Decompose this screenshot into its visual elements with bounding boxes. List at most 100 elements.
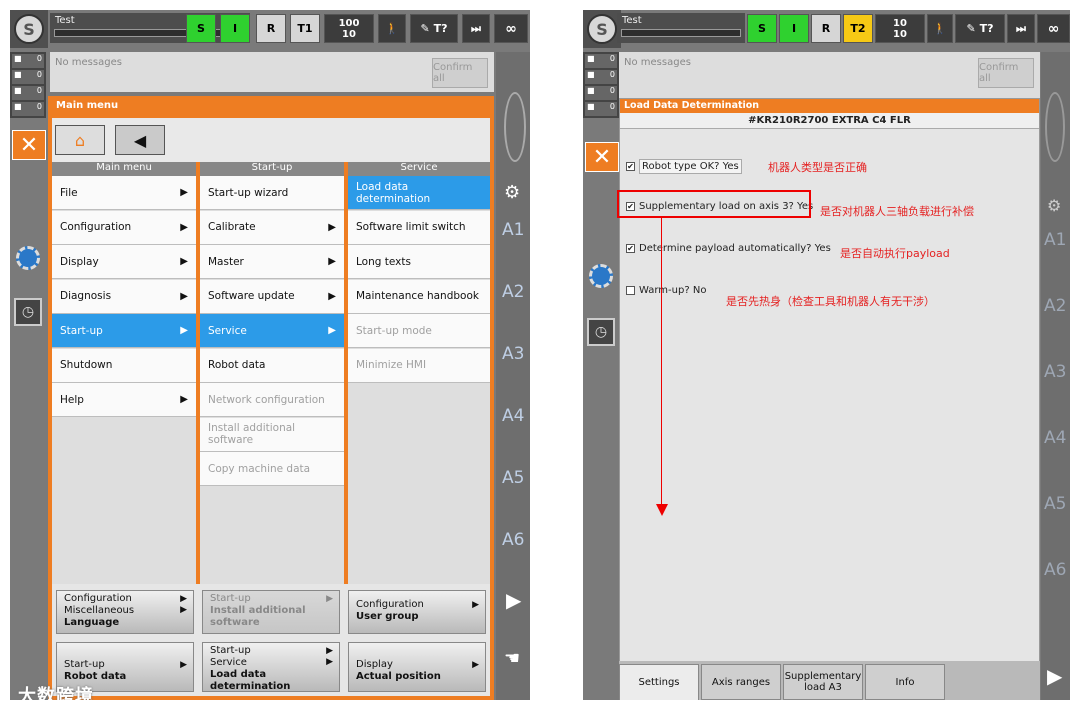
shortcut-actual-position[interactable]: Display ▶ Actual position	[348, 642, 486, 692]
gear-icon[interactable]	[589, 264, 613, 288]
axis-a3[interactable]: A3	[1044, 362, 1066, 382]
axis-a5[interactable]: A5	[502, 468, 524, 488]
menu-item-service[interactable]: Service ▶	[200, 314, 344, 348]
tab-axis-ranges[interactable]: Axis ranges	[701, 664, 781, 700]
space-mouse-icon[interactable]	[504, 92, 526, 162]
messages-text: No messages	[624, 57, 691, 68]
menu-item-master[interactable]: Master ▶	[200, 245, 344, 279]
status-s-button[interactable]: S	[747, 14, 777, 43]
axis-a2[interactable]: A2	[502, 282, 524, 302]
menu-item-minimize-hmi[interactable]: Minimize HMI	[348, 348, 490, 383]
close-icon[interactable]: ✕	[585, 142, 619, 172]
axis-a5[interactable]: A5	[1044, 494, 1066, 514]
load-data-window: Load Data Determination #KR210R2700 EXTR…	[619, 98, 1040, 700]
menu-item-copy-machine-data[interactable]: Copy machine data	[200, 452, 344, 486]
menu-item-load-data-determination[interactable]: Load data determination	[348, 176, 490, 210]
shortcut-user-group[interactable]: Configuration ▶ User group	[348, 590, 486, 634]
count-info: ■ 0	[12, 102, 44, 116]
clock-icon[interactable]: ◷	[587, 318, 615, 346]
play-icon[interactable]: ▶	[1047, 664, 1062, 688]
play-icon[interactable]: ▶	[506, 588, 521, 612]
menu-item-calibrate[interactable]: Calibrate ▶	[200, 210, 344, 245]
tool-base-icon[interactable]: ✎ T?	[410, 14, 458, 43]
infinity-icon[interactable]: ∞	[1037, 14, 1070, 43]
axis-a6[interactable]: A6	[502, 530, 524, 550]
tab-supplementary-load-a3[interactable]: Supplementary load A3	[783, 664, 863, 700]
check-robot-type[interactable]: ✔ Robot type OK? Yes	[626, 159, 742, 174]
robot-name-field[interactable]: Test	[617, 13, 745, 43]
status-r-button[interactable]: R	[256, 14, 286, 43]
home-icon[interactable]: ⌂	[55, 125, 105, 155]
menu-item-file[interactable]: File ▶	[52, 176, 196, 210]
menu-item-start-up-wizard[interactable]: Start-up wizard	[200, 176, 344, 210]
menu-item-help[interactable]: Help ▶	[52, 383, 196, 417]
main-menu-window: Main menu ⌂ ◀ Main menu Start-up Service…	[48, 96, 494, 700]
check-warm-up[interactable]: Warm-up? No	[626, 285, 706, 296]
menu-item-start-up[interactable]: Start-up ▶	[52, 314, 196, 348]
back-icon[interactable]: ◀	[115, 125, 165, 155]
menu-item-display[interactable]: Display ▶	[52, 245, 196, 279]
checkbox-determine-payload[interactable]: ✔	[626, 244, 635, 253]
axis-a4[interactable]: A4	[502, 406, 524, 426]
mode-t2-button[interactable]: T2	[843, 14, 873, 43]
jog-icon[interactable]: ⏭	[1007, 14, 1035, 43]
clock-icon[interactable]: ◷	[14, 298, 42, 326]
menu-item-shutdown[interactable]: Shutdown	[52, 348, 196, 383]
menu-item-configuration[interactable]: Configuration ▶	[52, 210, 196, 245]
jog-icon[interactable]: ⏭	[462, 14, 490, 43]
left-screen: S Test S I R T1 100 10 🚶 ✎ T? ⏭ ∞ ■ 0 ■ 0 ■…	[10, 10, 530, 700]
gear-icon[interactable]	[16, 246, 40, 270]
axis-a2[interactable]: A2	[1044, 296, 1066, 316]
count-state: ■ 0	[12, 70, 44, 84]
override-button[interactable]: 100 10	[324, 14, 374, 43]
axis-a4[interactable]: A4	[1044, 428, 1066, 448]
menu-item-software-update[interactable]: Software update ▶	[200, 279, 344, 314]
override-button[interactable]: 10 10	[875, 14, 925, 43]
load-data-title: Load Data Determination	[620, 99, 1039, 113]
tab-settings[interactable]: Settings	[619, 664, 699, 700]
confirm-all-button[interactable]: Confirm all	[978, 58, 1034, 88]
menu-item-diagnosis[interactable]: Diagnosis ▶	[52, 279, 196, 314]
space-mouse-icon[interactable]	[1045, 92, 1065, 162]
checkbox-warm-up[interactable]	[626, 286, 635, 295]
status-r-button[interactable]: R	[811, 14, 841, 43]
menu-item-robot-data[interactable]: Robot data	[200, 348, 344, 383]
menu-item-long-texts[interactable]: Long texts	[348, 245, 490, 279]
shortcut-language[interactable]: Configuration ▶ Miscellaneous ▶ Language	[56, 590, 194, 634]
walker-icon[interactable]: 🚶	[927, 14, 953, 43]
menu-item-software-limit-switch[interactable]: Software limit switch	[348, 210, 490, 245]
close-icon[interactable]: ✕	[12, 130, 46, 160]
axis-a1[interactable]: A1	[1044, 230, 1066, 250]
colhdr-service: Service	[348, 162, 490, 176]
status-i-button[interactable]: I	[220, 14, 250, 43]
axis-a6[interactable]: A6	[1044, 560, 1066, 580]
shortcut-install-software[interactable]: Start-up ▶ Install additional software	[202, 590, 340, 634]
check-determine-payload[interactable]: ✔ Determine payload automatically? Yes	[626, 243, 831, 254]
message-window[interactable]: No messages Confirm all	[619, 52, 1040, 98]
tab-info[interactable]: Info	[865, 664, 945, 700]
checkbox-robot-type[interactable]: ✔	[626, 162, 635, 171]
kuka-logo[interactable]: S	[583, 10, 621, 48]
robot-axis-icon[interactable]: ⚙	[1047, 196, 1061, 215]
menu-item-start-up-mode[interactable]: Start-up mode	[348, 314, 490, 348]
right-jog-bar: ⚙ A1 A2 A3 A4 A5 A6 ▶ ☚	[496, 52, 530, 700]
mode-t1-button[interactable]: T1	[290, 14, 320, 43]
shortcut-load-data-determination[interactable]: Start-up ▶ Service ▶ Load data determination	[202, 642, 340, 692]
kuka-logo[interactable]: S	[10, 10, 48, 48]
robot-axis-icon[interactable]: ⚙	[504, 182, 520, 203]
menu-item-maintenance-handbook[interactable]: Maintenance handbook	[348, 279, 490, 314]
walker-icon[interactable]: 🚶	[378, 14, 406, 43]
hand-icon[interactable]: ☚	[504, 648, 520, 669]
infinity-icon[interactable]: ∞	[494, 14, 528, 43]
axis-a1[interactable]: A1	[502, 220, 524, 240]
confirm-all-button[interactable]: Confirm all	[432, 58, 488, 88]
menu-item-network-configuration[interactable]: Network configuration	[200, 383, 344, 417]
axis-a3[interactable]: A3	[502, 344, 524, 364]
note-warm-up: 是否先热身（检查工具和机器人有无干涉）	[726, 295, 935, 308]
message-window[interactable]: No messages Confirm all	[50, 52, 494, 92]
status-s-button[interactable]: S	[186, 14, 216, 43]
tool-base-icon[interactable]: ✎ T?	[955, 14, 1005, 43]
colhdr-start-up: Start-up	[200, 162, 344, 176]
menu-item-install-additional-software[interactable]: Install additional software	[200, 417, 344, 452]
status-i-button[interactable]: I	[779, 14, 809, 43]
